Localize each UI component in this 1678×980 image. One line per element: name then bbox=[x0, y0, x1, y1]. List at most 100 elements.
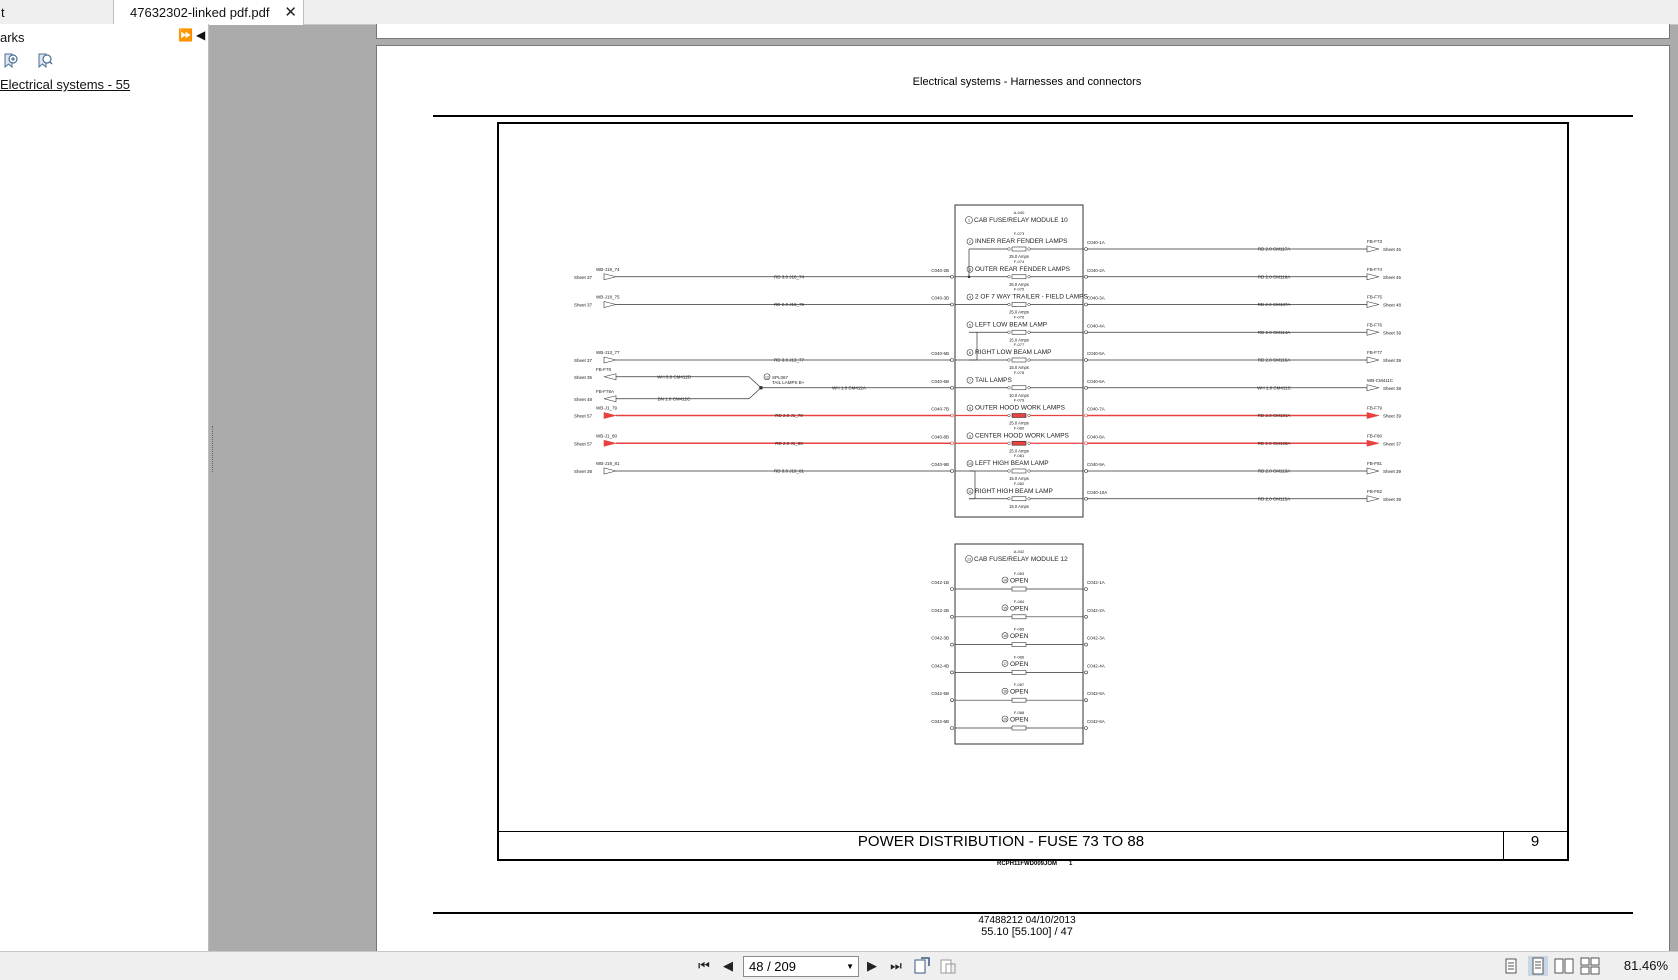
tab-previous-document[interactable]: t bbox=[0, 0, 114, 24]
close-icon[interactable]: ✕ bbox=[284, 0, 297, 26]
fuse-callout-number: 18 bbox=[1003, 690, 1007, 694]
input-pin-terminal bbox=[950, 698, 954, 703]
page-number-value: 48 / 209 bbox=[749, 959, 796, 974]
fuse-id: F-077 bbox=[1014, 342, 1025, 347]
diagram-sheet-number: 9 bbox=[1530, 833, 1540, 850]
fuse-callout-number: 19 bbox=[1003, 718, 1007, 722]
output-pin-label: C040-2A bbox=[1087, 268, 1105, 273]
input-pin-label: C040-2B bbox=[931, 268, 949, 273]
next-page-icon[interactable]: ▶ bbox=[862, 956, 882, 976]
bookmark-electrical-systems[interactable]: Electrical systems - 55 bbox=[0, 77, 130, 92]
output-pin-label: C040-5A bbox=[1087, 351, 1105, 356]
fuse-label: TAIL LAMPS bbox=[975, 377, 1013, 384]
fuse-label: OPEN bbox=[1010, 717, 1029, 724]
input-pin-label: C040-6B bbox=[931, 379, 949, 384]
input-pin-label: C042-2B bbox=[931, 608, 949, 613]
input-pin-label: C042-1B bbox=[931, 580, 949, 585]
module-10-id: A-040 bbox=[1014, 210, 1025, 215]
continuous-view-icon[interactable] bbox=[1528, 956, 1548, 976]
last-page-icon[interactable]: ⏭ bbox=[886, 956, 906, 976]
output-pin-terminal bbox=[1084, 642, 1088, 647]
output-wire-label: RD 2.0 CM115A bbox=[1258, 496, 1290, 501]
input-connector-label: WB-J19_81 bbox=[596, 461, 620, 466]
splice-input-wire bbox=[748, 387, 762, 400]
bookmarks-panel: arks ⏩ ◀ Electrical systems - 55 bbox=[0, 24, 209, 951]
output-sheet-ref: Sheet 48 bbox=[1383, 303, 1402, 308]
input-pin-terminal bbox=[950, 614, 954, 619]
fuse-label: OPEN bbox=[1010, 689, 1029, 696]
bookmark-find-icon[interactable] bbox=[36, 52, 53, 69]
input-pin-terminal bbox=[950, 726, 954, 730]
output-pin-terminal bbox=[1084, 247, 1088, 251]
input-pin-label: C040-9B bbox=[931, 462, 949, 467]
input-wire-label: RD 2.0 J1_80 bbox=[775, 441, 803, 446]
output-wire-label: RD 2.0 CM114A bbox=[1258, 330, 1290, 335]
input-sheet-ref: Sheet 57 bbox=[574, 414, 593, 419]
output-pin-terminal bbox=[1084, 274, 1088, 279]
output-sheet-ref: Sheet 39 bbox=[1383, 330, 1402, 335]
diagram-title: POWER DISTRIBUTION - FUSE 73 TO 88 bbox=[857, 833, 1145, 850]
fuse-symbol bbox=[1011, 329, 1027, 335]
previous-page-edge bbox=[376, 24, 1670, 39]
splice-input-wire-label: WH 0.8 CM412B bbox=[657, 374, 691, 379]
input-sheet-ref: Sheet 38 bbox=[574, 469, 593, 474]
fuse-terminal bbox=[1007, 413, 1011, 418]
fuse-symbol bbox=[1011, 274, 1027, 280]
output-connector-label: WB-CM411C bbox=[1367, 378, 1394, 383]
input-arrow-icon bbox=[603, 273, 617, 281]
panel-splitter-handle[interactable] bbox=[212, 426, 215, 472]
two-page-view-icon[interactable] bbox=[1554, 957, 1574, 975]
fuse-terminal bbox=[1007, 469, 1011, 473]
status-bar: ⏮ ◀ 48 / 209 ▼ ▶ ⏭ 81.46% bbox=[0, 951, 1678, 980]
output-pin-terminal bbox=[1084, 614, 1088, 619]
output-connector-label: FB-F76 bbox=[1367, 322, 1383, 327]
fit-page-icon[interactable] bbox=[938, 956, 958, 976]
fuse-callout-number: 7 bbox=[969, 379, 971, 383]
fuse-id: F-075 bbox=[1014, 287, 1025, 292]
tab-current-document[interactable]: 47632302-linked pdf.pdf ✕ bbox=[113, 0, 304, 25]
first-page-icon[interactable]: ⏮ bbox=[694, 956, 714, 976]
input-connector-label: WB-J1_80 bbox=[596, 433, 618, 438]
input-connector-label: WB-J18_75 bbox=[596, 295, 620, 300]
output-sheet-ref: Sheet 38 bbox=[1383, 386, 1402, 391]
input-wire-label: RD 3.0 J13_77 bbox=[774, 358, 805, 363]
input-wire-label: RD 3.0 J19_81 bbox=[774, 469, 805, 474]
rotate-page-icon[interactable] bbox=[912, 956, 932, 976]
input-pin-label: C040-7B bbox=[931, 407, 949, 412]
output-pin-terminal bbox=[1084, 698, 1088, 703]
fuse-terminal bbox=[1007, 497, 1011, 501]
fuse-id: F-078 bbox=[1014, 370, 1025, 375]
fuse-terminal bbox=[1027, 302, 1031, 307]
expand-all-icon[interactable]: ⏩ bbox=[178, 28, 193, 42]
two-page-continuous-view-icon[interactable] bbox=[1580, 957, 1600, 975]
fuse-terminal bbox=[1007, 247, 1011, 251]
output-pin-label: C042-5A bbox=[1087, 691, 1105, 696]
output-connector-label: FB-F81 bbox=[1367, 461, 1383, 466]
bookmark-add-icon[interactable] bbox=[2, 52, 19, 69]
fuse-callout-number: 11 bbox=[968, 490, 972, 494]
fuse-callout-number: 6 bbox=[969, 351, 971, 355]
output-wire-label: RD 2.0 CM121A bbox=[1258, 413, 1291, 418]
output-arrow-icon bbox=[1366, 328, 1380, 336]
output-pin-terminal bbox=[1084, 496, 1088, 501]
single-page-view-icon[interactable] bbox=[1502, 957, 1520, 975]
fuse-id: F-081 bbox=[1014, 453, 1025, 458]
output-pin-label: C040-9A bbox=[1087, 462, 1105, 467]
fuse-callout-number: 5 bbox=[969, 323, 971, 327]
fuse-terminal bbox=[1027, 247, 1031, 251]
page-number-select[interactable]: 48 / 209 ▼ bbox=[743, 956, 859, 977]
output-arrow-icon bbox=[1366, 301, 1380, 308]
output-pin-label: C042-6A bbox=[1087, 719, 1105, 724]
tab-label: 47632302-linked pdf.pdf bbox=[130, 5, 270, 20]
chevron-down-icon: ▼ bbox=[846, 962, 854, 971]
output-pin-terminal bbox=[1084, 302, 1088, 307]
previous-page-icon[interactable]: ◀ bbox=[718, 956, 738, 976]
output-arrow-icon bbox=[1366, 273, 1380, 281]
fuse-id: F-073 bbox=[1014, 231, 1025, 236]
output-sheet-ref: Sheet 45 bbox=[1383, 275, 1402, 280]
fuse-label: LEFT HIGH BEAM LAMP bbox=[975, 460, 1049, 467]
collapse-panel-icon[interactable]: ◀ bbox=[196, 28, 205, 42]
header-rule bbox=[433, 115, 1633, 117]
input-pin-label: C040-8B bbox=[931, 434, 949, 439]
zoom-level[interactable]: 81.46% bbox=[1624, 958, 1668, 973]
